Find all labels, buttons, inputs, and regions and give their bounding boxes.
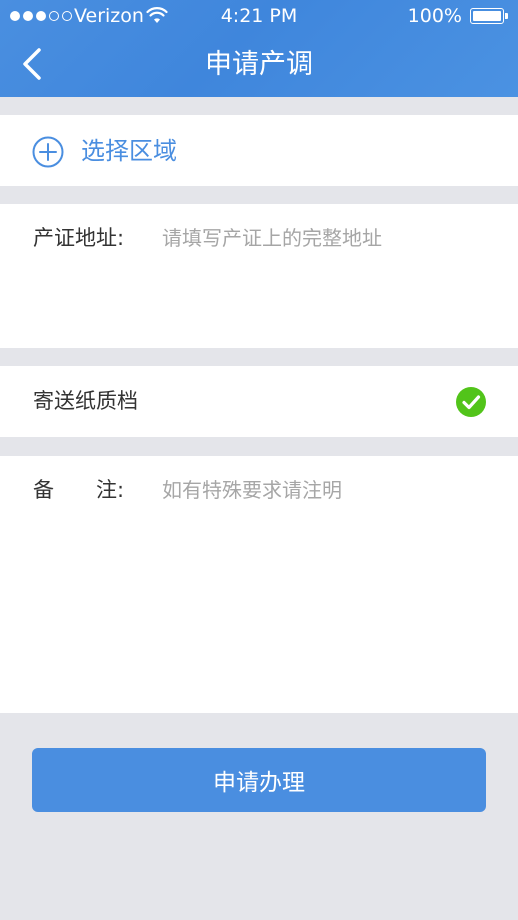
select-region-row[interactable]	[0, 115, 518, 186]
remark-input[interactable]	[162, 475, 492, 695]
status-bar: Verizon 4:21 PM 100%	[0, 0, 518, 32]
address-label: 产证地址:	[33, 226, 125, 250]
submit-button-label: 申请办理	[213, 770, 305, 796]
battery-icon	[470, 8, 508, 24]
paper-copy-label: 寄送纸质档	[33, 389, 138, 413]
app-header: Verizon 4:21 PM 100% 申请产调	[0, 0, 518, 97]
page-title: 申请产调	[205, 49, 313, 80]
submit-button[interactable]: 申请办理	[32, 748, 486, 812]
remark-label: 备 注:	[33, 478, 125, 502]
plus-circle-icon[interactable]	[32, 136, 64, 168]
address-input[interactable]	[162, 223, 492, 333]
battery-percent: 100%	[407, 5, 462, 27]
select-region-label[interactable]: 选择区域	[81, 133, 177, 169]
check-circle-icon[interactable]	[456, 387, 486, 417]
